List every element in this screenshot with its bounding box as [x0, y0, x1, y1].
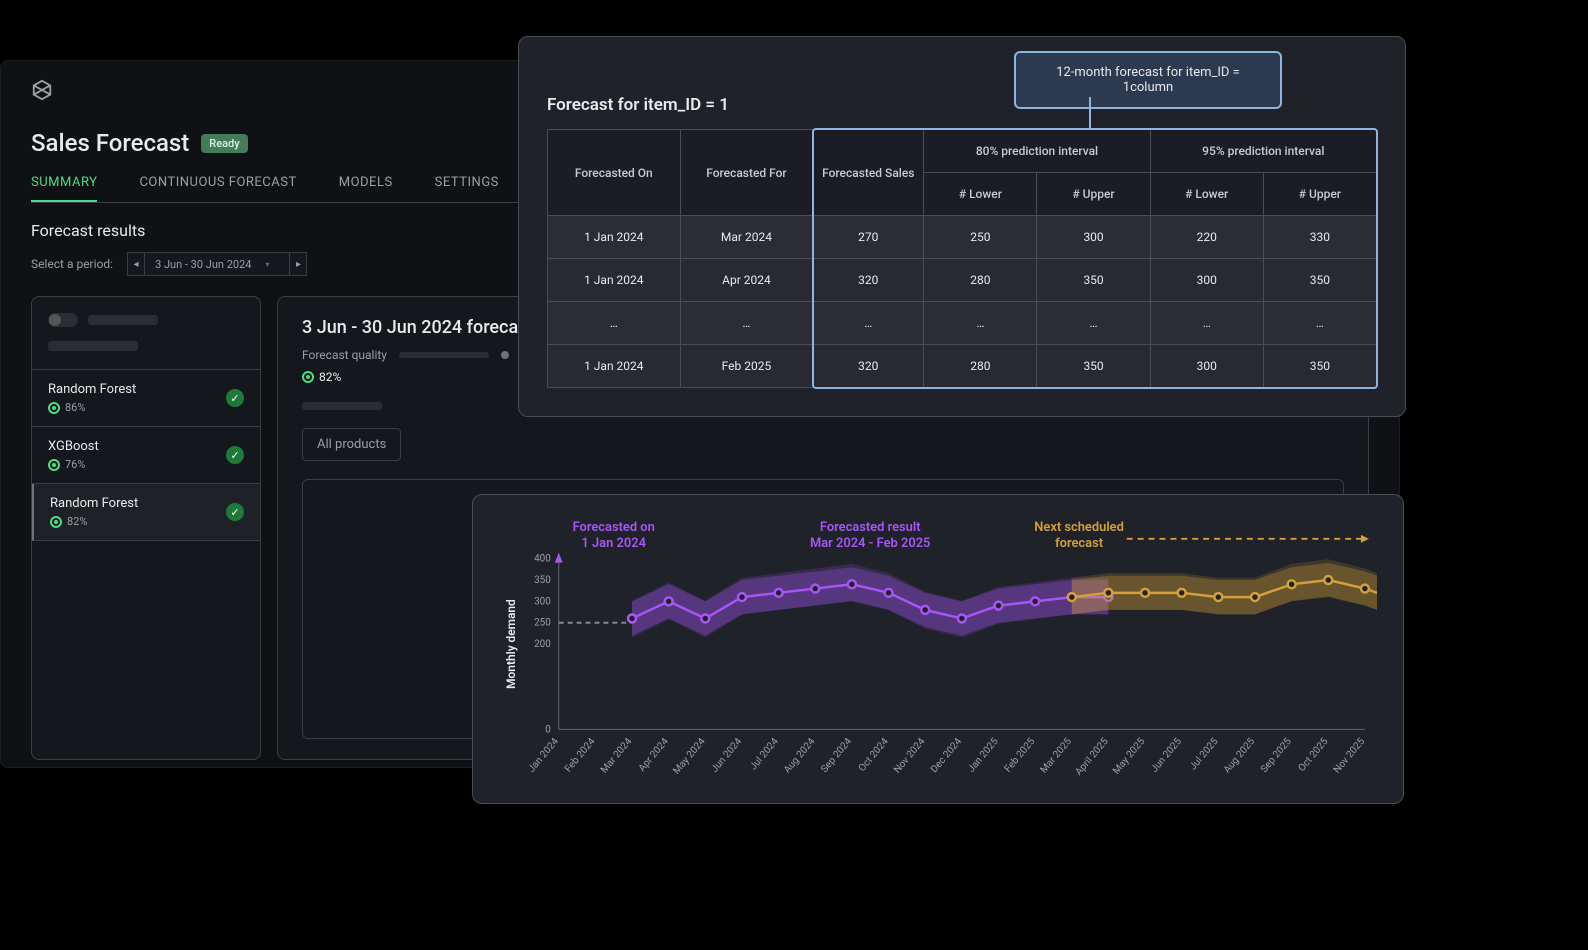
- svg-text:Oct 2024: Oct 2024: [857, 736, 891, 774]
- page-title: Sales Forecast: [31, 129, 189, 157]
- tab-continuous-forecast[interactable]: CONTINUOUS FORECAST: [139, 175, 296, 202]
- svg-text:May 2024: May 2024: [671, 736, 708, 777]
- model-list-header: [32, 297, 260, 370]
- period-select[interactable]: 3 Jun - 30 Jun 2024: [145, 252, 289, 276]
- model-pct: 76%: [65, 458, 85, 471]
- svg-text:400: 400: [534, 554, 551, 565]
- status-badge: Ready: [201, 134, 247, 153]
- svg-text:Feb 2024: Feb 2024: [563, 736, 598, 775]
- table-row: 1 Jan 2024Feb 2025320280350300350: [548, 345, 1377, 388]
- svg-text:Nov 2024: Nov 2024: [892, 736, 928, 776]
- target-icon: [48, 402, 60, 414]
- svg-text:Jan 2024: Jan 2024: [526, 736, 561, 775]
- table-callout: 12-month forecast for item_ID = 1column: [1014, 51, 1282, 109]
- target-icon: [302, 371, 314, 383]
- svg-text:Monthly demand: Monthly demand: [504, 599, 518, 689]
- table-row: 1 Jan 2024Apr 2024320280350300350: [548, 259, 1377, 302]
- model-item[interactable]: XGBoost 76% ✓: [32, 427, 260, 484]
- th-forecasted-sales: Forecasted Sales: [813, 130, 924, 216]
- svg-text:0: 0: [545, 724, 551, 735]
- period-label: Select a period:: [31, 257, 113, 271]
- model-pct: 86%: [65, 401, 85, 414]
- tab-summary[interactable]: SUMMARY: [31, 175, 97, 202]
- check-icon: ✓: [226, 446, 244, 464]
- svg-text:Next scheduled: Next scheduled: [1034, 520, 1124, 535]
- svg-text:April 2025: April 2025: [1073, 736, 1111, 778]
- svg-text:Mar 2025: Mar 2025: [1039, 736, 1075, 776]
- logo-icon: [31, 79, 53, 101]
- th-forecasted-on: Forecasted On: [548, 130, 681, 216]
- check-icon: ✓: [226, 503, 244, 521]
- quality-dot: [501, 351, 509, 359]
- svg-text:Forecasted on: Forecasted on: [573, 520, 655, 535]
- table-row: 1 Jan 2024Mar 2024270250300220330: [548, 216, 1377, 259]
- svg-text:250: 250: [534, 618, 551, 629]
- tab-settings[interactable]: SETTINGS: [435, 175, 499, 202]
- svg-text:350: 350: [534, 575, 551, 586]
- th-80-upper: # Upper: [1037, 173, 1150, 216]
- svg-text:300: 300: [534, 596, 551, 607]
- model-pct: 82%: [67, 515, 87, 528]
- svg-text:May 2025: May 2025: [1111, 736, 1148, 777]
- table-row: …………………: [548, 302, 1377, 345]
- th-95pct: 95% prediction interval: [1150, 130, 1376, 173]
- svg-text:Oct 2025: Oct 2025: [1296, 736, 1330, 774]
- svg-text:Nov 2025: Nov 2025: [1332, 736, 1368, 776]
- svg-text:1 Jan 2024: 1 Jan 2024: [581, 536, 646, 551]
- svg-text:Jan 2025: Jan 2025: [966, 736, 1001, 775]
- period-prev-button[interactable]: ◂: [127, 252, 145, 276]
- toggle-switch[interactable]: [48, 313, 78, 327]
- check-icon: ✓: [226, 389, 244, 407]
- model-item[interactable]: Random Forest 82% ✓: [32, 484, 260, 541]
- svg-text:Feb 2025: Feb 2025: [1003, 736, 1038, 775]
- forecast-table-card: 12-month forecast for item_ID = 1column …: [518, 36, 1406, 417]
- th-80-lower: # Lower: [924, 173, 1037, 216]
- svg-text:Apr 2024: Apr 2024: [637, 736, 671, 774]
- product-filter[interactable]: All products: [302, 428, 401, 461]
- period-next-button[interactable]: ▸: [289, 252, 307, 276]
- quality-label: Forecast quality: [302, 348, 387, 362]
- svg-text:Forecasted result: Forecasted result: [820, 520, 921, 535]
- svg-text:Aug 2024: Aug 2024: [782, 736, 818, 776]
- svg-text:Jun 2025: Jun 2025: [1149, 736, 1184, 775]
- svg-text:forecast: forecast: [1055, 536, 1104, 551]
- svg-text:Aug 2025: Aug 2025: [1222, 736, 1258, 776]
- model-name: XGBoost: [48, 439, 99, 454]
- svg-text:Jul 2024: Jul 2024: [748, 736, 781, 773]
- forecast-chart: 0200250300350400Monthly demandJan 2024Fe…: [499, 513, 1377, 789]
- svg-text:200: 200: [534, 639, 551, 650]
- svg-text:Mar 2024: Mar 2024: [599, 736, 635, 776]
- svg-text:Jun 2024: Jun 2024: [709, 736, 744, 775]
- svg-text:Sep 2024: Sep 2024: [819, 736, 854, 775]
- forecast-chart-card: 0200250300350400Monthly demandJan 2024Fe…: [472, 494, 1404, 804]
- svg-text:Sep 2025: Sep 2025: [1259, 736, 1294, 775]
- model-name: Random Forest: [48, 382, 136, 397]
- th-95-upper: # Upper: [1263, 173, 1376, 216]
- model-name: Random Forest: [50, 496, 138, 511]
- svg-text:Dec 2024: Dec 2024: [929, 736, 964, 775]
- model-sidebar: Random Forest86%✓XGBoost76%✓Random Fores…: [31, 296, 261, 760]
- svg-text:Mar 2024 - Feb 2025: Mar 2024 - Feb 2025: [810, 536, 930, 551]
- target-icon: [50, 516, 62, 528]
- forecast-table: Forecasted On Forecasted For Forecasted …: [547, 129, 1377, 388]
- model-item[interactable]: Random Forest 86% ✓: [32, 370, 260, 427]
- target-icon: [48, 459, 60, 471]
- quality-bar: [399, 352, 489, 358]
- th-80pct: 80% prediction interval: [924, 130, 1150, 173]
- th-forecasted-for: Forecasted For: [680, 130, 813, 216]
- th-95-lower: # Lower: [1150, 173, 1263, 216]
- svg-text:Jul 2025: Jul 2025: [1188, 736, 1221, 773]
- tab-models[interactable]: MODELS: [339, 175, 393, 202]
